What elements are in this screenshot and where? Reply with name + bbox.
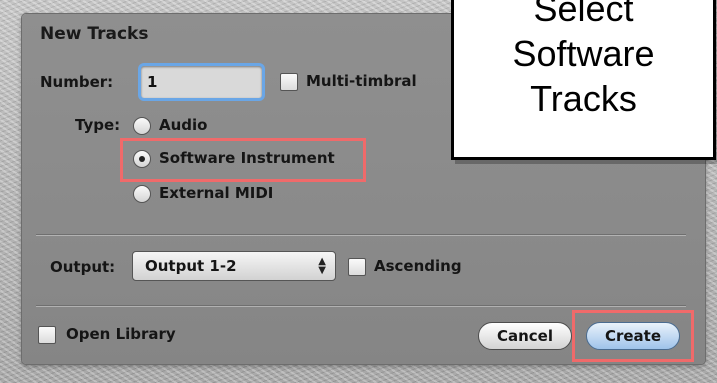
callout-line-2: Software (512, 33, 655, 74)
open-library-checkbox[interactable] (38, 326, 56, 344)
type-external-midi-radio[interactable] (133, 185, 151, 203)
type-label: Type: (75, 116, 121, 134)
multitimbral-checkbox[interactable] (280, 73, 298, 91)
cancel-button[interactable]: Cancel (478, 322, 572, 350)
type-software-instrument-label: Software Instrument (159, 149, 335, 167)
output-select[interactable]: Output 1-2 ▲ ▼ (132, 251, 336, 281)
divider-top (36, 234, 686, 235)
ascending-checkbox[interactable] (348, 258, 366, 276)
ascending-label: Ascending (374, 257, 462, 275)
updown-arrows-icon: ▲ ▼ (318, 256, 326, 276)
type-audio-label: Audio (159, 116, 208, 134)
callout-line-1: Select (533, 0, 634, 29)
type-audio-radio[interactable] (133, 117, 151, 135)
type-software-instrument-radio[interactable] (133, 150, 151, 168)
open-library-label: Open Library (66, 325, 176, 343)
instruction-callout: Select Software Tracks (451, 0, 716, 160)
dialog-title: New Tracks (40, 24, 149, 44)
create-button[interactable]: Create (586, 322, 680, 350)
multitimbral-label: Multi-timbral (306, 72, 417, 90)
type-external-midi-label: External MIDI (159, 184, 274, 202)
output-select-value: Output 1-2 (145, 257, 237, 275)
divider-bottom (36, 305, 686, 306)
number-field[interactable]: 1 (141, 66, 262, 98)
number-label: Number: (40, 73, 114, 91)
output-label: Output: (50, 258, 116, 276)
callout-line-3: Tracks (530, 78, 637, 119)
